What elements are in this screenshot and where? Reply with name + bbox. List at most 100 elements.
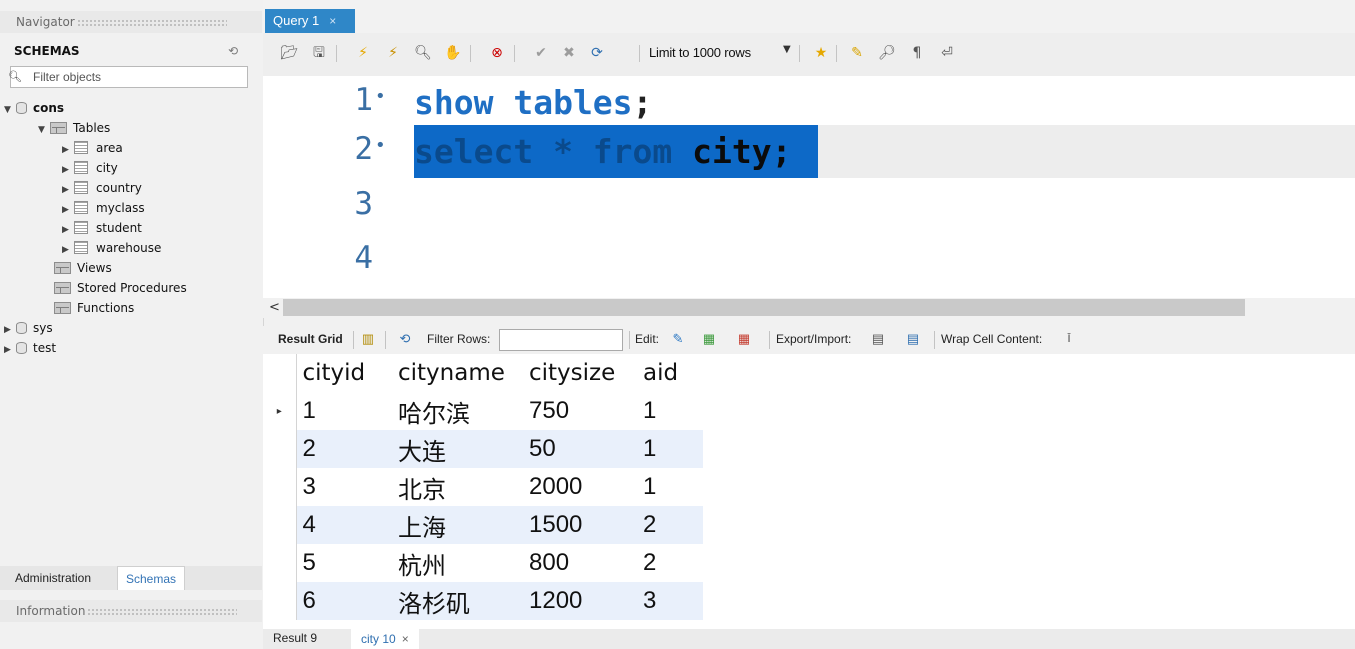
- schema-cons[interactable]: ▼ cons: [4, 98, 64, 118]
- cell-citysize[interactable]: 50: [523, 430, 637, 468]
- tables-folder[interactable]: ▼ Tables: [38, 118, 110, 138]
- collapsed-arrow-icon[interactable]: ▶: [62, 160, 74, 180]
- delete-row-icon[interactable]: ▦: [735, 331, 753, 347]
- chevron-left-icon[interactable]: <: [269, 298, 280, 318]
- insert-row-icon[interactable]: ▦: [700, 331, 718, 347]
- grid-view-icon[interactable]: ▥: [359, 331, 377, 347]
- rollback-icon[interactable]: ✖: [559, 43, 579, 63]
- execute-icon[interactable]: ⚡: [353, 43, 373, 63]
- table-row[interactable]: 5 杭州 800 2: [263, 544, 703, 582]
- export-icon[interactable]: ▤: [869, 331, 887, 347]
- table-item-city[interactable]: ▶ city: [62, 158, 118, 178]
- collapsed-arrow-icon[interactable]: ▶: [4, 340, 16, 360]
- tab-administration[interactable]: Administration: [7, 566, 99, 590]
- cell-cityid[interactable]: 5: [296, 544, 392, 582]
- cell-citysize[interactable]: 1500: [523, 506, 637, 544]
- table-row[interactable]: 6 洛杉矶 1200 3: [263, 582, 703, 620]
- schema-test[interactable]: ▶ test: [4, 338, 56, 358]
- cell-aid[interactable]: 1: [637, 468, 703, 506]
- collapsed-arrow-icon[interactable]: ▶: [62, 200, 74, 220]
- refresh-icon[interactable]: ⟲: [228, 42, 238, 60]
- table-item-area[interactable]: ▶ area: [62, 138, 123, 158]
- refresh-icon[interactable]: ⟲: [396, 331, 414, 347]
- cell-cityid[interactable]: 3: [296, 468, 392, 506]
- tab-schemas[interactable]: Schemas: [117, 566, 186, 590]
- autocommit-icon[interactable]: ⟳: [587, 43, 607, 63]
- table-item-warehouse[interactable]: ▶ warehouse: [62, 238, 161, 258]
- schema-sys[interactable]: ▶ sys: [4, 318, 53, 338]
- explain-icon[interactable]: 🔍︎: [413, 43, 433, 63]
- beautify-icon[interactable]: ✎: [847, 43, 867, 63]
- filter-objects-box[interactable]: 🔍︎: [8, 66, 248, 88]
- cell-citysize[interactable]: 1200: [523, 582, 637, 620]
- stored-procedures-folder[interactable]: Stored Procedures: [54, 278, 187, 298]
- cell-aid[interactable]: 3: [637, 582, 703, 620]
- execute-current-icon[interactable]: ⚡: [383, 43, 403, 63]
- sql-text: ;: [632, 83, 653, 122]
- cell-aid[interactable]: 2: [637, 506, 703, 544]
- cell-cityname[interactable]: 哈尔滨: [392, 392, 523, 430]
- stop-icon[interactable]: ✋: [443, 43, 463, 63]
- table-row[interactable]: 4 上海 1500 2: [263, 506, 703, 544]
- result-grid-button[interactable]: Result Grid: [278, 332, 343, 346]
- cell-citysize[interactable]: 800: [523, 544, 637, 582]
- tab-query-1[interactable]: Query 1 ×: [265, 9, 355, 33]
- table-row[interactable]: 3 北京 2000 1: [263, 468, 703, 506]
- table-row[interactable]: ▸ 1 哈尔滨 750 1: [263, 392, 703, 430]
- chevron-down-icon[interactable]: ▼: [783, 44, 791, 55]
- filter-rows-input[interactable]: [499, 329, 623, 351]
- cell-cityname[interactable]: 杭州: [392, 544, 523, 582]
- result-grid[interactable]: cityid cityname citysize aid ▸ 1 哈尔滨 750…: [263, 354, 1355, 629]
- column-header-cityid[interactable]: cityid: [296, 354, 392, 392]
- collapsed-arrow-icon[interactable]: ▶: [4, 320, 16, 340]
- cell-cityname[interactable]: 洛杉矶: [392, 582, 523, 620]
- close-icon[interactable]: ×: [402, 632, 409, 646]
- expanded-arrow-icon[interactable]: ▼: [38, 120, 50, 140]
- cell-cityid[interactable]: 6: [296, 582, 392, 620]
- wrap-cell-icon[interactable]: Ī: [1060, 331, 1078, 347]
- invisible-chars-icon[interactable]: ¶: [907, 43, 927, 63]
- open-folder-icon[interactable]: 📂︎: [279, 43, 299, 63]
- column-header-citysize[interactable]: citysize: [523, 354, 637, 392]
- commit-icon[interactable]: ✔: [531, 43, 551, 63]
- filter-objects-input[interactable]: [33, 69, 243, 85]
- tab-city-10[interactable]: city 10 ×: [351, 629, 419, 649]
- column-header-cityname[interactable]: cityname: [392, 354, 523, 392]
- horizontal-scrollbar[interactable]: <: [263, 298, 1355, 318]
- collapsed-arrow-icon[interactable]: ▶: [62, 140, 74, 160]
- cell-aid[interactable]: 1: [637, 430, 703, 468]
- table-row[interactable]: 2 大连 50 1: [263, 430, 703, 468]
- expanded-arrow-icon[interactable]: ▼: [4, 100, 16, 120]
- cell-cityname[interactable]: 北京: [392, 468, 523, 506]
- add-snippet-icon[interactable]: ★: [811, 43, 831, 63]
- import-icon[interactable]: ▤: [904, 331, 922, 347]
- tab-result-9[interactable]: Result 9: [273, 631, 317, 645]
- table-item-myclass[interactable]: ▶ myclass: [62, 198, 145, 218]
- sql-editor[interactable]: 1 • show tables; 2 • select * from city;…: [263, 76, 1355, 298]
- cell-cityname[interactable]: 上海: [392, 506, 523, 544]
- table-item-country[interactable]: ▶ country: [62, 178, 142, 198]
- cell-cityid[interactable]: 2: [296, 430, 392, 468]
- cell-cityname[interactable]: 大连: [392, 430, 523, 468]
- functions-folder[interactable]: Functions: [54, 298, 134, 318]
- find-icon[interactable]: 🔎︎: [877, 43, 897, 63]
- edit-row-icon[interactable]: ✎: [669, 331, 687, 347]
- table-item-student[interactable]: ▶ student: [62, 218, 142, 238]
- cell-cityid[interactable]: 1: [296, 392, 392, 430]
- collapsed-arrow-icon[interactable]: ▶: [62, 180, 74, 200]
- toggle-error-icon[interactable]: ⊗: [487, 43, 507, 63]
- close-icon[interactable]: ×: [329, 14, 336, 28]
- cell-citysize[interactable]: 2000: [523, 468, 637, 506]
- wrap-lines-icon[interactable]: ⏎: [937, 43, 957, 63]
- cell-citysize[interactable]: 750: [523, 392, 637, 430]
- cell-aid[interactable]: 1: [637, 392, 703, 430]
- collapsed-arrow-icon[interactable]: ▶: [62, 240, 74, 260]
- views-folder[interactable]: Views: [54, 258, 112, 278]
- cell-cityid[interactable]: 4: [296, 506, 392, 544]
- save-icon[interactable]: 🖫︎: [309, 43, 329, 63]
- scrollbar-thumb[interactable]: [283, 299, 1245, 316]
- collapsed-arrow-icon[interactable]: ▶: [62, 220, 74, 240]
- limit-rows-select[interactable]: Limit to 1000 rows: [649, 45, 751, 60]
- cell-aid[interactable]: 2: [637, 544, 703, 582]
- column-header-aid[interactable]: aid: [637, 354, 703, 392]
